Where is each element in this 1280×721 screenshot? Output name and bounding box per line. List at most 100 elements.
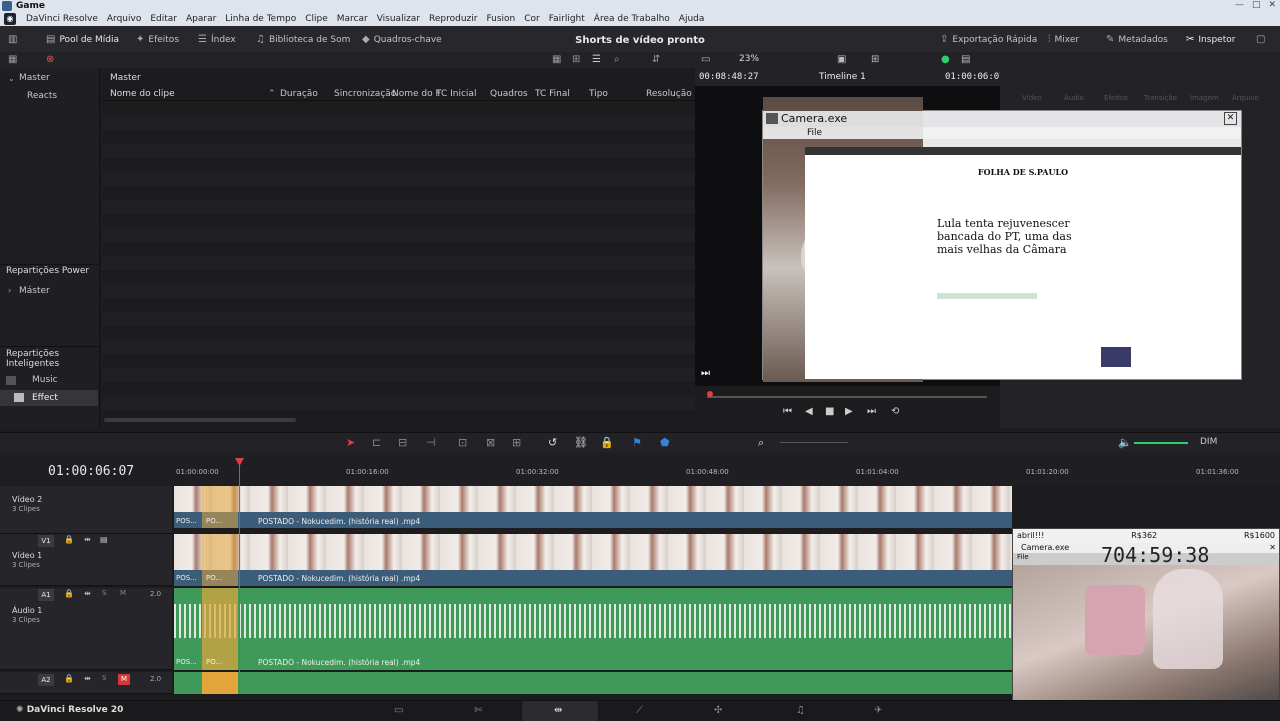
chevron-down-icon[interactable]: ⌄ bbox=[8, 74, 15, 83]
sidebar-toggle-icon[interactable]: ▦ bbox=[8, 54, 17, 65]
insert-clip-icon[interactable]: ⊡ bbox=[458, 436, 467, 449]
close-button[interactable]: ✕ bbox=[1268, 0, 1276, 12]
bypass-icon[interactable]: ● bbox=[941, 54, 950, 65]
view-grid-icon[interactable]: ⊞ bbox=[572, 54, 580, 65]
col-end-tc[interactable]: TC Final bbox=[535, 89, 570, 99]
jump-start-icon[interactable]: ⏮ bbox=[783, 406, 792, 417]
inspector-button[interactable]: ✂ Inspetor bbox=[1186, 34, 1235, 45]
track-header-v2[interactable]: Vídeo 2 3 Clipes bbox=[0, 486, 172, 534]
menu-fairlight[interactable]: Fairlight bbox=[549, 14, 585, 24]
page-media-icon[interactable]: ▭ bbox=[394, 705, 403, 716]
page-edit-icon[interactable]: ⇹ bbox=[554, 705, 562, 716]
menu-ajuda[interactable]: Ajuda bbox=[679, 14, 705, 24]
replace-clip-icon[interactable]: ⊞ bbox=[512, 436, 521, 449]
track-header-v1[interactable]: V1 🔒 ⇹ ▤ Vídeo 1 3 Clipes bbox=[0, 534, 172, 586]
search-icon[interactable]: ⌕ bbox=[614, 54, 620, 65]
camera-window[interactable]: Camera.exe ✕ File FOLHA DE S.PAULO Lula … bbox=[762, 97, 1242, 382]
menu-marcar[interactable]: Marcar bbox=[337, 14, 368, 24]
video-track-2[interactable]: POS... PO... POSTADO - Nokucedim. (histó… bbox=[174, 486, 1012, 528]
metadata-button[interactable]: ✎ Metadados bbox=[1106, 34, 1168, 45]
track-visibility-icon[interactable]: ▤ bbox=[100, 535, 108, 544]
dynamic-trim-icon[interactable]: ⊟ bbox=[398, 436, 407, 449]
col-clip-name[interactable]: Nome do clipe bbox=[110, 89, 175, 99]
overlay-close-button[interactable]: ✕ bbox=[1269, 543, 1276, 553]
lock-icon[interactable]: 🔒 bbox=[600, 436, 614, 449]
dual-viewer-icon[interactable]: ▤ bbox=[961, 54, 970, 65]
maximize-button[interactable]: □ bbox=[1252, 0, 1261, 12]
menu-area-de-trabalho[interactable]: Área de Trabalho bbox=[594, 14, 670, 24]
page-color-icon[interactable]: ✣ bbox=[714, 705, 722, 716]
inspector-tab-file[interactable]: Arquivo bbox=[1232, 94, 1259, 102]
keyframes-button[interactable]: ◆ Quadros-chave bbox=[362, 34, 442, 45]
camera-close-button[interactable]: ✕ bbox=[1224, 112, 1237, 125]
solo-button[interactable]: S bbox=[102, 674, 106, 682]
sort-icon[interactable]: ⇵ bbox=[652, 54, 660, 65]
bin-reacts[interactable]: Reacts bbox=[27, 91, 57, 101]
menu-davinci[interactable]: DaVinci Resolve bbox=[26, 14, 98, 24]
index-button[interactable]: ☰ Índex bbox=[198, 34, 236, 45]
page-fairlight-icon[interactable]: ♫ bbox=[796, 705, 805, 716]
menu-reproduzir[interactable]: Reproduzir bbox=[429, 14, 477, 24]
minimize-button[interactable]: — bbox=[1235, 0, 1244, 12]
effects-button[interactable]: ✦ Efeitos bbox=[136, 34, 179, 45]
overwrite-clip-icon[interactable]: ⊠ bbox=[486, 436, 495, 449]
mute-button[interactable]: M bbox=[120, 589, 126, 597]
camera-menu-file[interactable]: File bbox=[763, 127, 1241, 139]
media-pool-button[interactable]: ▤ Pool de Mídia bbox=[46, 34, 119, 45]
menu-visualizar[interactable]: Visualizar bbox=[377, 14, 420, 24]
horizontal-scrollbar[interactable] bbox=[104, 418, 296, 422]
link-icon[interactable]: ⛓ bbox=[574, 436, 588, 449]
menu-clipe[interactable]: Clipe bbox=[305, 14, 328, 24]
track-id[interactable]: V1 bbox=[38, 535, 54, 547]
smart-bin-music[interactable]: Music bbox=[32, 375, 58, 385]
timeline-ruler[interactable]: 01:00:00:00 01:00:16:00 01:00:32:00 01:0… bbox=[0, 452, 1280, 486]
track-header-a2[interactable]: A2 🔒 ⇹ S M 2.0 bbox=[0, 672, 172, 694]
track-id[interactable]: A2 bbox=[38, 674, 54, 686]
video-track-1[interactable]: POS... PO... POSTADO - Nokucedim. (histó… bbox=[174, 534, 1012, 586]
next-frame-icon[interactable]: ⏭ bbox=[701, 368, 710, 379]
page-cut-icon[interactable]: ✄ bbox=[474, 705, 482, 716]
power-bin-master[interactable]: Máster bbox=[19, 286, 50, 296]
volume-icon[interactable]: 🔈 bbox=[1118, 436, 1132, 449]
menu-editar[interactable]: Editar bbox=[150, 14, 177, 24]
page-deliver-icon[interactable]: ✈ bbox=[874, 705, 882, 716]
col-resolution[interactable]: Resolução bbox=[646, 89, 692, 99]
overlay-menu-file[interactable]: File bbox=[1017, 553, 1029, 561]
col-frames[interactable]: Quadros bbox=[490, 89, 528, 99]
col-sync[interactable]: Sincronização bbox=[334, 89, 396, 99]
chevron-right-icon[interactable]: › bbox=[8, 286, 11, 295]
marker-icon[interactable]: ⬟ bbox=[660, 436, 670, 449]
menu-aparar[interactable]: Aparar bbox=[186, 14, 216, 24]
quick-export-button[interactable]: ⇪ Exportação Rápida bbox=[940, 34, 1037, 45]
col-start-tc[interactable]: TC Inicial bbox=[436, 89, 476, 99]
inspector-tab-effects[interactable]: Efeitos bbox=[1104, 94, 1128, 102]
auto-select-icon[interactable]: ⇹ bbox=[84, 535, 91, 544]
viewer-layout-icon[interactable]: ▭ bbox=[701, 54, 710, 65]
col-duration[interactable]: Duração bbox=[280, 89, 318, 99]
zoom-level[interactable]: 23% bbox=[739, 54, 759, 64]
zoom-slider[interactable] bbox=[780, 442, 848, 443]
camera-title-bar[interactable]: Camera.exe ✕ bbox=[763, 111, 1241, 127]
scrub-playhead[interactable] bbox=[707, 391, 713, 397]
menu-fusion[interactable]: Fusion bbox=[486, 14, 515, 24]
sync-icon[interactable]: ⊗ bbox=[46, 54, 54, 65]
solo-button[interactable]: S bbox=[102, 589, 106, 597]
zoom-icon[interactable]: ⌕ bbox=[758, 436, 764, 450]
col-type[interactable]: Tipo bbox=[589, 89, 608, 99]
play-reverse-icon[interactable]: ◀ bbox=[805, 406, 813, 417]
scrub-bar[interactable] bbox=[707, 396, 987, 398]
flag-icon[interactable]: ⚑ bbox=[632, 436, 642, 449]
stop-icon[interactable]: ■ bbox=[825, 406, 834, 417]
jump-end-icon[interactable]: ⏭ bbox=[867, 406, 876, 417]
viewer-grid-icon[interactable]: ⊞ bbox=[871, 54, 879, 65]
dim-button[interactable]: DIM bbox=[1200, 437, 1217, 447]
panel-layout-right-icon[interactable]: ▢ bbox=[1256, 34, 1265, 45]
viewer-mode-icon[interactable]: ▣ bbox=[837, 54, 846, 65]
mute-button-active[interactable]: M bbox=[118, 674, 130, 685]
volume-slider[interactable] bbox=[1134, 442, 1188, 444]
smart-bin-effect[interactable]: Effect bbox=[32, 393, 58, 403]
trim-tool-icon[interactable]: ⊏ bbox=[372, 436, 381, 449]
selection-tool-icon[interactable]: ➤ bbox=[346, 436, 355, 449]
mixer-button[interactable]: ⫶ Mixer bbox=[1048, 34, 1079, 45]
timeline-playhead[interactable] bbox=[239, 460, 240, 692]
